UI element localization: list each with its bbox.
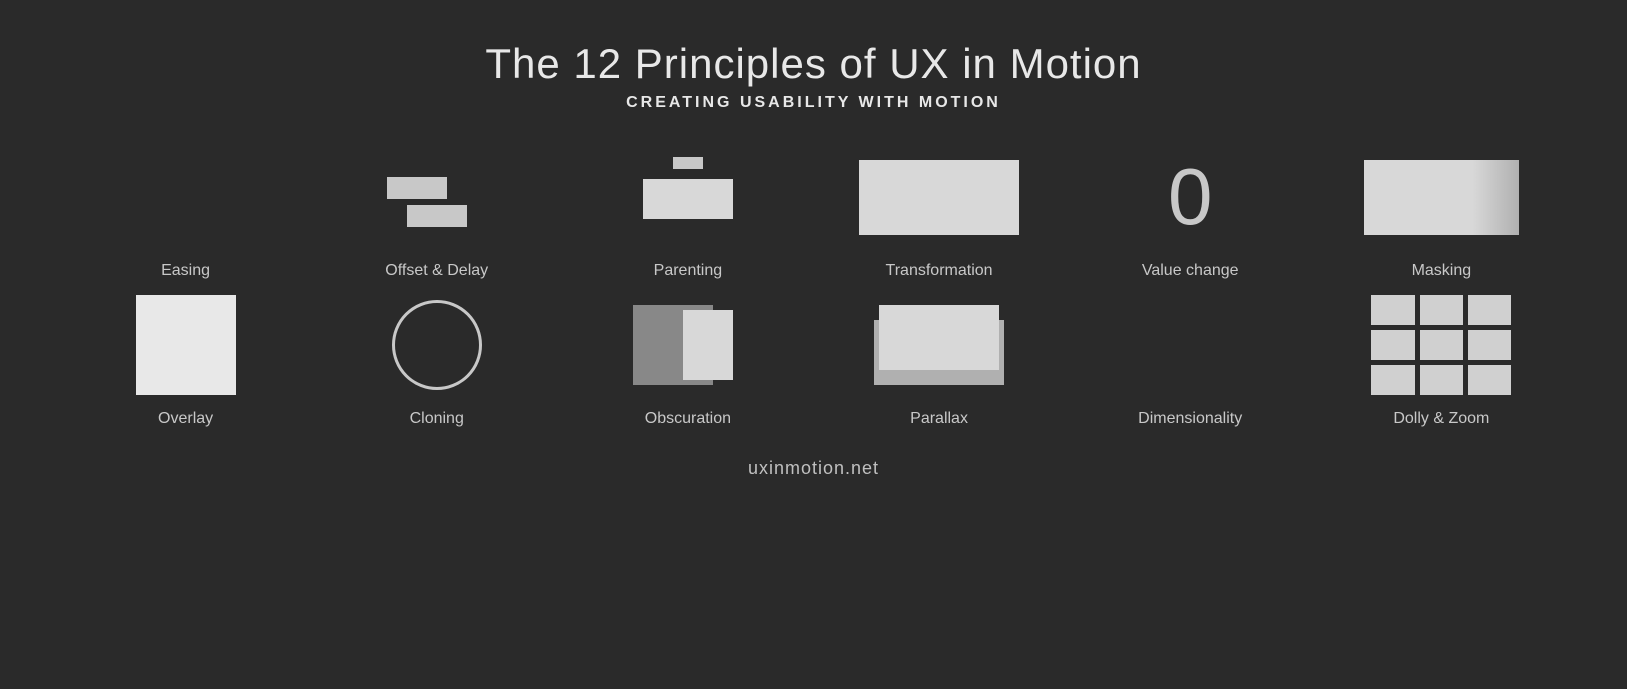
offset-delay-label: Offset & Delay	[385, 262, 488, 280]
masking-icon-area	[1341, 142, 1541, 252]
easing-icon-area	[86, 142, 286, 252]
dolly-zoom-cell-7	[1371, 365, 1414, 395]
footer-url: uxinmotion.net	[748, 458, 879, 479]
overlay-icon-area	[86, 290, 286, 400]
parenting-icon-area	[588, 142, 788, 252]
offset-rect-1	[387, 177, 447, 199]
row-1: Easing Offset & Delay Parenting	[60, 142, 1567, 280]
cloning-label: Cloning	[410, 410, 464, 428]
transformation-label: Transformation	[886, 262, 993, 280]
dolly-zoom-cell-4	[1371, 330, 1414, 360]
dolly-zoom-cell-6	[1468, 330, 1511, 360]
parenting-icon	[643, 157, 733, 237]
parallax-label: Parallax	[910, 410, 968, 428]
masking-icon	[1364, 160, 1519, 235]
principle-parallax: Parallax	[839, 290, 1039, 428]
parallax-icon	[869, 300, 1009, 390]
principle-masking: Masking	[1341, 142, 1541, 280]
masking-label: Masking	[1412, 262, 1472, 280]
easing-label: Easing	[161, 262, 210, 280]
easing-icon	[136, 167, 236, 227]
principles-grid: Easing Offset & Delay Parenting	[0, 142, 1627, 428]
transformation-icon-area	[839, 142, 1039, 252]
parallax-layer-front	[879, 305, 999, 370]
obscuration-front-rect	[683, 310, 733, 380]
principle-transformation: Transformation	[839, 142, 1039, 280]
parenting-large-rect	[643, 179, 733, 219]
value-change-label: Value change	[1142, 262, 1239, 280]
principle-obscuration: Obscuration	[588, 290, 788, 428]
value-change-icon: 0	[1168, 157, 1213, 237]
obscuration-icon-area	[588, 290, 788, 400]
obscuration-label: Obscuration	[645, 410, 731, 428]
dolly-zoom-cell-1	[1371, 295, 1414, 325]
dimensionality-icon	[1140, 315, 1240, 375]
principle-offset-delay: Offset & Delay	[337, 142, 537, 280]
cloning-icon	[392, 300, 482, 390]
dolly-zoom-cell-2	[1420, 295, 1463, 325]
transformation-icon	[859, 160, 1019, 235]
parenting-small-rect	[673, 157, 703, 169]
parallax-icon-area	[839, 290, 1039, 400]
principle-dimensionality: Dimensionality	[1090, 290, 1290, 428]
dolly-zoom-cell-8	[1420, 365, 1463, 395]
value-change-icon-area: 0	[1090, 142, 1290, 252]
principle-value-change: 0 Value change	[1090, 142, 1290, 280]
principle-overlay: Overlay	[86, 290, 286, 428]
parenting-label: Parenting	[654, 262, 723, 280]
dimensionality-icon-area	[1090, 290, 1290, 400]
row-2: Overlay Cloning Obscuration	[60, 290, 1567, 428]
dolly-zoom-label: Dolly & Zoom	[1393, 410, 1489, 428]
page-subtitle: CREATING USABILITY WITH MOTION	[485, 94, 1141, 112]
principle-dolly-zoom: Dolly & Zoom	[1341, 290, 1541, 428]
overlay-label: Overlay	[158, 410, 213, 428]
principle-easing: Easing	[86, 142, 286, 280]
dolly-zoom-cell-5	[1420, 330, 1463, 360]
dimensionality-label: Dimensionality	[1138, 410, 1242, 428]
principle-parenting: Parenting	[588, 142, 788, 280]
offset-delay-icon-area	[337, 142, 537, 252]
page-header: The 12 Principles of UX in Motion CREATI…	[485, 40, 1141, 112]
cloning-icon-area	[337, 290, 537, 400]
offset-delay-icon	[387, 167, 487, 227]
page-title: The 12 Principles of UX in Motion	[485, 40, 1141, 88]
dolly-zoom-cell-9	[1468, 365, 1511, 395]
principle-cloning: Cloning	[337, 290, 537, 428]
obscuration-icon	[633, 300, 743, 390]
dolly-zoom-icon	[1371, 295, 1511, 395]
overlay-icon	[136, 295, 236, 395]
dolly-zoom-cell-3	[1468, 295, 1511, 325]
dolly-zoom-icon-area	[1341, 290, 1541, 400]
offset-rect-2	[407, 205, 467, 227]
